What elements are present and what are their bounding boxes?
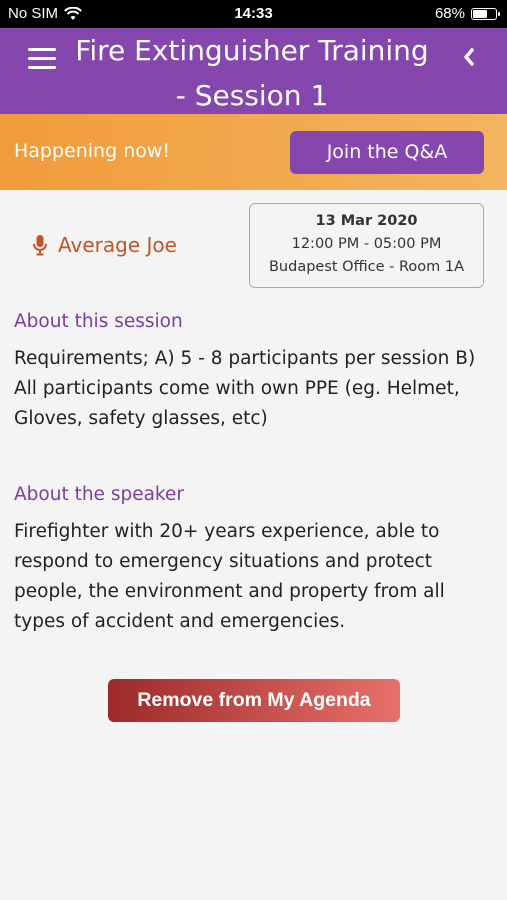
status-bar: No SIM 14:33 68% <box>0 0 507 28</box>
session-datetime-box: 13 Mar 2020 12:00 PM - 05:00 PM Budapest… <box>249 203 484 288</box>
page-title-line1: Fire Extinguisher Training <box>75 34 429 67</box>
session-time: 12:00 PM - 05:00 PM <box>291 236 442 252</box>
remove-from-agenda-button[interactable]: Remove from My Agenda <box>108 679 400 722</box>
battery-percent: 68% <box>434 5 465 22</box>
battery-group: 68% <box>434 5 500 22</box>
session-date: 13 Mar 2020 <box>315 213 418 229</box>
about-speaker-body: Firefighter with 20+ years experience, a… <box>14 521 445 632</box>
speaker-link[interactable]: Average Joe <box>32 233 177 257</box>
page-title-line2: - Session 1 <box>175 79 329 112</box>
about-session-body: Requirements; A) 5 - 8 participants per … <box>14 348 476 429</box>
live-banner: Happening now! Join the Q&A <box>0 114 507 190</box>
happening-now-label: Happening now! <box>14 140 171 162</box>
join-qa-button[interactable]: Join the Q&A <box>290 131 484 174</box>
battery-fill <box>473 9 488 18</box>
header-bar: Fire Extinguisher Training - Session 1 <box>0 28 507 114</box>
about-speaker-heading: About the speaker <box>14 484 184 505</box>
back-button[interactable] <box>457 44 481 70</box>
session-location: Budapest Office - Room 1A <box>268 259 465 275</box>
hamburger-icon-line <box>28 66 56 69</box>
chevron-left-icon <box>464 48 474 66</box>
clock: 14:33 <box>234 5 273 22</box>
page-title: Fire Extinguisher Training - Session 1 <box>62 28 442 118</box>
menu-button[interactable] <box>28 48 56 70</box>
speaker-name: Average Joe <box>58 233 177 257</box>
about-session-heading: About this session <box>14 311 183 332</box>
hamburger-icon-line <box>28 48 56 51</box>
hamburger-icon-line <box>28 57 56 60</box>
battery-icon <box>471 7 500 20</box>
microphone-icon <box>33 235 47 256</box>
